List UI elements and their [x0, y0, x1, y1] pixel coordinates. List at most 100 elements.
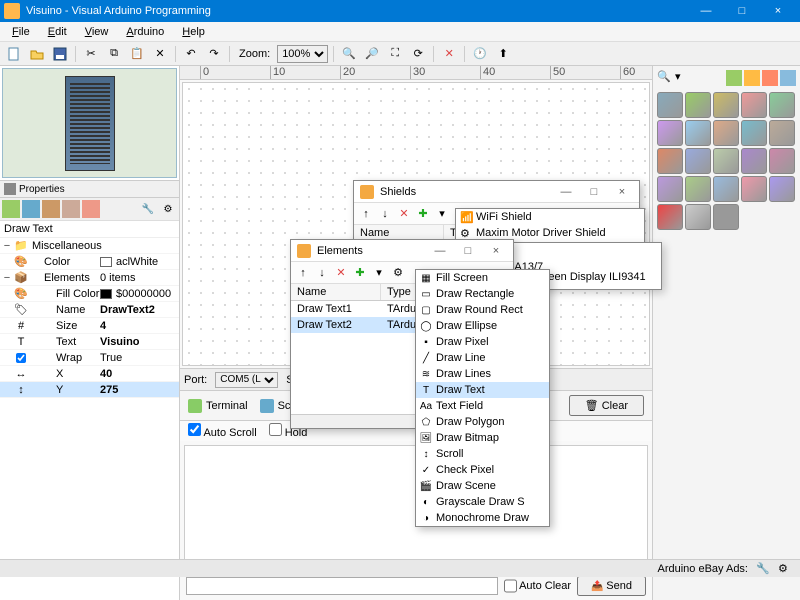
shields-tb-add-icon[interactable]: ✚ [415, 206, 431, 222]
palette-component-18[interactable] [741, 176, 767, 202]
palette-component-15[interactable] [657, 176, 683, 202]
palette-component-13[interactable] [741, 148, 767, 174]
element-type-item[interactable]: ╱Draw Line [416, 350, 549, 366]
prop-tb-3[interactable] [42, 200, 60, 218]
zoom-in-icon[interactable]: 🔍 [339, 44, 359, 64]
status-icon-1[interactable]: 🔧 [756, 562, 770, 576]
palette-component-5[interactable] [657, 120, 683, 146]
menu-view[interactable]: View [77, 24, 117, 40]
prop-wrap[interactable]: Wrap [30, 352, 100, 364]
element-type-item[interactable]: ◐Grayscale Draw S [416, 494, 549, 510]
shields-min-button[interactable]: — [555, 183, 577, 201]
element-type-item[interactable]: ◯Draw Ellipse [416, 318, 549, 334]
palette-component-14[interactable] [769, 148, 795, 174]
new-icon[interactable] [4, 44, 24, 64]
palette-btn2[interactable] [744, 70, 760, 86]
elements-tb-down-icon[interactable]: ↓ [314, 265, 330, 281]
expand-icon[interactable]: − [0, 272, 14, 284]
open-icon[interactable] [27, 44, 47, 64]
element-type-item[interactable]: ▪Draw Pixel [416, 334, 549, 350]
element-type-item[interactable]: ▦Fill Screen [416, 270, 549, 286]
palette-component-16[interactable] [685, 176, 711, 202]
shield-menu-item[interactable]: 📶WiFi Shield [456, 209, 644, 225]
palette-component-17[interactable] [713, 176, 739, 202]
palette-component-1[interactable] [685, 92, 711, 118]
delete2-icon[interactable]: ✕ [439, 44, 459, 64]
close-button[interactable]: × [760, 0, 796, 22]
shields-max-button[interactable]: □ [583, 183, 605, 201]
element-type-item[interactable]: ≋Draw Lines [416, 366, 549, 382]
clear-button[interactable]: 🗑 Clear [569, 395, 644, 416]
element-type-item[interactable]: AaText Field [416, 398, 549, 414]
zoom-out-icon[interactable]: 🔎 [362, 44, 382, 64]
prop-size[interactable]: Size [30, 320, 100, 332]
prop-tb-filter-icon[interactable]: ⚙ [159, 200, 177, 218]
prop-tb-4[interactable] [62, 200, 80, 218]
menu-edit[interactable]: Edit [40, 24, 75, 40]
element-type-item[interactable]: TDraw Text [416, 382, 549, 398]
element-type-item[interactable]: ↕Scroll [416, 446, 549, 462]
element-type-item[interactable]: 🎬Draw Scene [416, 478, 549, 494]
minimize-button[interactable]: — [688, 0, 724, 22]
status-icon-2[interactable]: ⚙ [778, 562, 792, 576]
palette-component-10[interactable] [657, 148, 683, 174]
prop-tb-2[interactable] [22, 200, 40, 218]
delete-icon[interactable]: ✕ [150, 44, 170, 64]
refresh-icon[interactable]: ⟳ [408, 44, 428, 64]
palette-filter-icon[interactable]: ▾ [675, 70, 691, 86]
autoclear-checkbox[interactable]: Auto Clear [504, 577, 571, 595]
undo-icon[interactable]: ↶ [181, 44, 201, 64]
palette-component-21[interactable] [685, 204, 711, 230]
elements-close-button[interactable]: × [485, 242, 507, 260]
elements-max-button[interactable]: □ [457, 242, 479, 260]
palette-btn4[interactable] [780, 70, 796, 86]
prop-x[interactable]: X [30, 368, 100, 380]
copy-icon[interactable]: ⧉ [104, 44, 124, 64]
prop-elements[interactable]: Elements [30, 272, 100, 284]
terminal-input[interactable] [186, 577, 498, 595]
col-name[interactable]: Name [291, 284, 381, 300]
clock-icon[interactable]: 🕐 [470, 44, 490, 64]
send-button[interactable]: 📤 Send [577, 576, 646, 596]
port-select[interactable]: COM5 (L [215, 372, 278, 388]
element-type-item[interactable]: ▭Draw Rectangle [416, 286, 549, 302]
palette-component-7[interactable] [713, 120, 739, 146]
palette-component-8[interactable] [741, 120, 767, 146]
autoscroll-checkbox[interactable]: Auto Scroll [188, 423, 257, 439]
menu-help[interactable]: Help [174, 24, 213, 40]
element-type-item[interactable]: ✓Check Pixel [416, 462, 549, 478]
expand-icon[interactable]: − [0, 240, 14, 252]
prop-y[interactable]: Y [30, 384, 100, 396]
elements-tb-del-icon[interactable]: ✕ [333, 265, 349, 281]
shields-tb-down-icon[interactable]: ↓ [377, 206, 393, 222]
palette-btn1[interactable] [726, 70, 742, 86]
palette-component-11[interactable] [685, 148, 711, 174]
elements-tb-gear-icon[interactable]: ⚙ [390, 265, 406, 281]
element-type-item[interactable]: ▢Draw Round Rect [416, 302, 549, 318]
palette-btn3[interactable] [762, 70, 778, 86]
menu-arduino[interactable]: Arduino [118, 24, 172, 40]
elements-min-button[interactable]: — [429, 242, 451, 260]
element-type-item[interactable]: ◑Monochrome Draw [416, 510, 549, 526]
maximize-button[interactable]: □ [724, 0, 760, 22]
prop-tb-tool-icon[interactable]: 🔧 [139, 200, 157, 218]
elements-tb-up-icon[interactable]: ↑ [295, 265, 311, 281]
palette-component-9[interactable] [769, 120, 795, 146]
palette-search-icon[interactable]: 🔍 [657, 70, 673, 86]
menu-file[interactable]: File [4, 24, 38, 40]
palette-component-12[interactable] [713, 148, 739, 174]
elements-tb-more-icon[interactable]: ▾ [371, 265, 387, 281]
palette-component-4[interactable] [769, 92, 795, 118]
prop-text[interactable]: Text [30, 336, 100, 348]
prop-tb-1[interactable] [2, 200, 20, 218]
palette-component-20[interactable] [657, 204, 683, 230]
palette-component-22[interactable] [713, 204, 739, 230]
redo-icon[interactable]: ↷ [204, 44, 224, 64]
palette-component-6[interactable] [685, 120, 711, 146]
terminal-mode[interactable]: Terminal [188, 399, 248, 413]
prop-tb-5[interactable] [82, 200, 100, 218]
prop-color[interactable]: Color [30, 256, 100, 268]
prop-fillcolor[interactable]: Fill Color [30, 288, 100, 300]
cut-icon[interactable]: ✂ [81, 44, 101, 64]
wrap-checkbox[interactable] [16, 353, 26, 363]
